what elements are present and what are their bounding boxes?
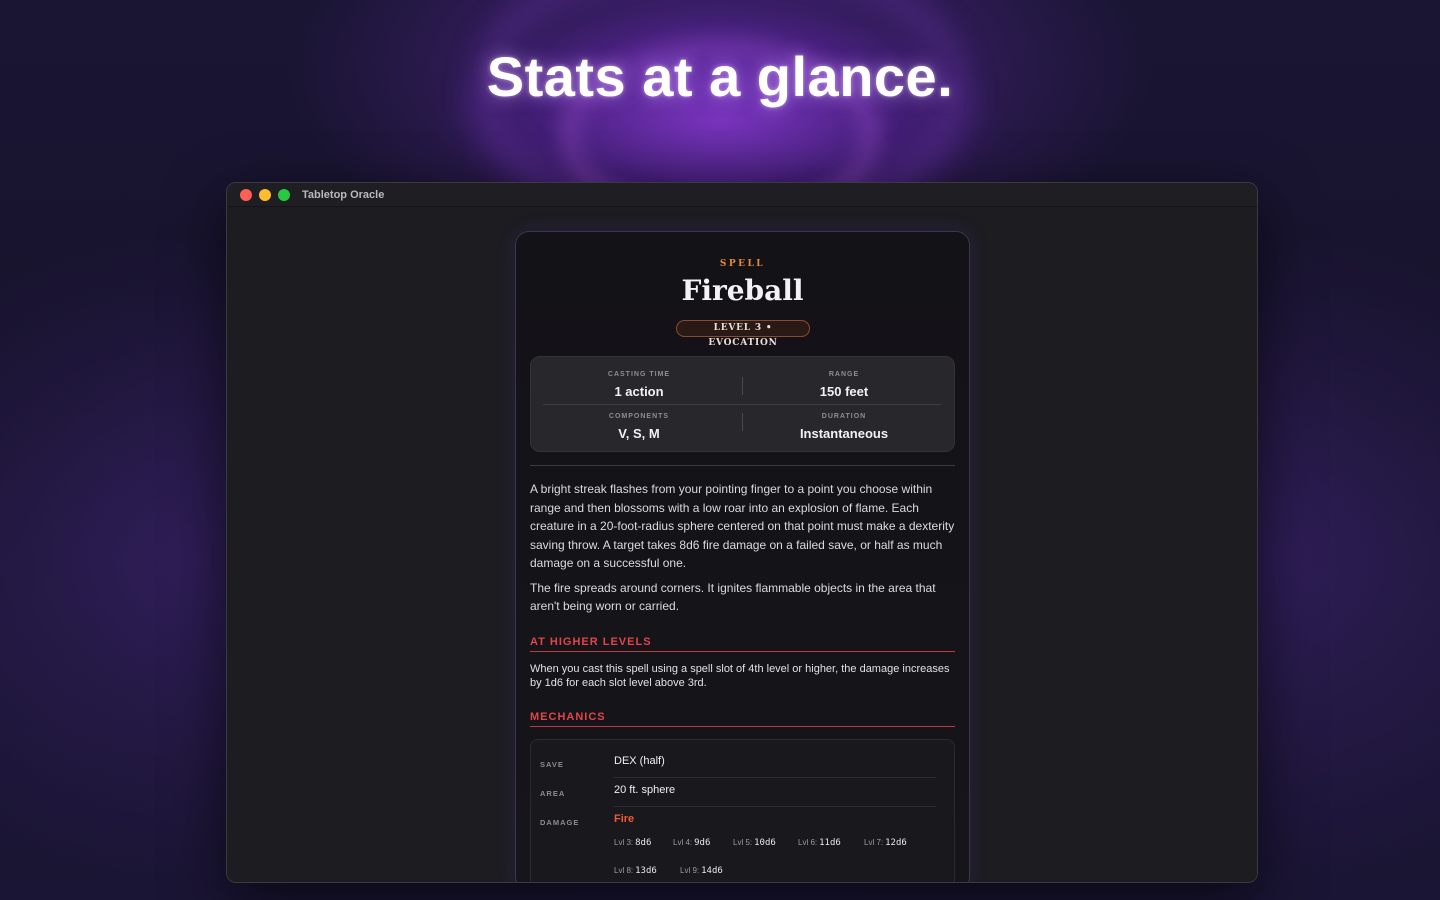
stat-components: COMPONENTS V, S, M xyxy=(539,413,739,441)
stat-value: 1 action xyxy=(614,384,664,399)
stat-divider xyxy=(742,413,743,431)
spell-kind-label: SPELL xyxy=(719,259,766,269)
zoom-window-button[interactable] xyxy=(278,188,290,201)
window-content: SPELL Fireball LEVEL 3 • EVOCATION CASTI… xyxy=(227,208,1257,882)
stat-label: DURATION xyxy=(821,413,867,420)
spell-card: SPELL Fireball LEVEL 3 • EVOCATION CASTI… xyxy=(515,231,970,882)
window-title: Tabletop Oracle xyxy=(302,188,385,201)
mechanics-key: DAMAGE xyxy=(540,818,580,827)
close-window-button[interactable] xyxy=(240,188,252,201)
damage-level-item: Lvl 6: 11d6 xyxy=(798,838,841,848)
description-paragraph: The fire spreads around corners. It igni… xyxy=(530,580,936,614)
damage-type: Fire xyxy=(614,813,635,825)
app-window: Tabletop Oracle SPELL Fireball LEVEL 3 •… xyxy=(226,182,1258,883)
stat-label: RANGE xyxy=(828,371,860,378)
stat-label: COMPONENTS xyxy=(608,413,670,420)
higher-levels-heading: AT HIGHER LEVELS xyxy=(530,636,955,652)
damage-level-item: Lvl 8: 13d6 xyxy=(614,866,657,876)
mechanics-key: AREA xyxy=(540,789,566,798)
stat-value: Instantaneous xyxy=(799,426,889,441)
description-paragraph: A bright streak flashes from your pointi… xyxy=(530,482,955,570)
row-divider xyxy=(614,806,936,807)
spell-stats-panel: CASTING TIME 1 action RANGE 150 feet COM… xyxy=(530,356,955,452)
damage-level-item: Lvl 4: 9d6 xyxy=(673,838,711,848)
higher-levels-text: When you cast this spell using a spell s… xyxy=(530,663,950,689)
title-bar[interactable]: Tabletop Oracle xyxy=(227,183,1257,207)
mechanics-value: DEX (half) xyxy=(614,755,665,767)
mechanics-key: SAVE xyxy=(540,760,564,769)
stat-range: RANGE 150 feet xyxy=(744,371,944,399)
stat-label: CASTING TIME xyxy=(607,371,671,378)
stat-value: V, S, M xyxy=(618,426,660,441)
mechanics-value: 20 ft. sphere xyxy=(614,784,676,796)
damage-level-item: Lvl 9: 14d6 xyxy=(680,866,723,876)
stat-duration: DURATION Instantaneous xyxy=(744,413,944,441)
stat-divider xyxy=(742,377,743,395)
stat-casting-time: CASTING TIME 1 action xyxy=(539,371,739,399)
stat-value: 150 feet xyxy=(819,384,869,399)
hero-headline: Stats at a glance. xyxy=(486,45,954,108)
stat-row-divider xyxy=(543,404,941,405)
mechanics-table: SAVE DEX (half) AREA 20 ft. sphere DAMAG… xyxy=(530,739,955,882)
damage-level-item: Lvl 7: 12d6 xyxy=(864,838,907,848)
damage-level-item: Lvl 5: 10d6 xyxy=(733,838,776,848)
minimize-window-button[interactable] xyxy=(259,188,271,201)
row-divider xyxy=(614,777,936,778)
mechanics-heading: MECHANICS xyxy=(530,711,955,727)
spell-name: Fireball xyxy=(681,274,804,307)
section-divider xyxy=(530,465,955,466)
spell-description: A bright streak flashes from your pointi… xyxy=(530,480,958,616)
spell-level-school-badge: LEVEL 3 • EVOCATION xyxy=(676,320,810,348)
damage-level-item: Lvl 3: 8d6 xyxy=(614,838,652,848)
